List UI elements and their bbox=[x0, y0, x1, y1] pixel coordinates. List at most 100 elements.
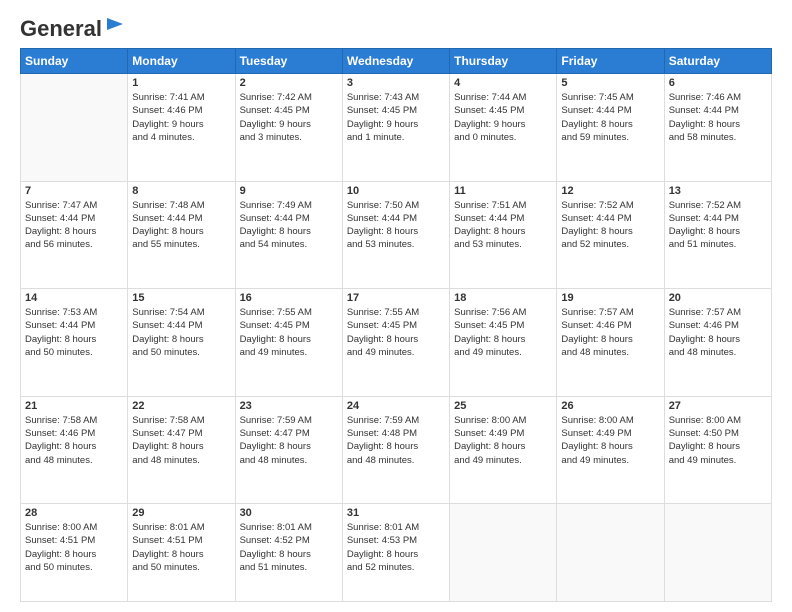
weekday-header-row: SundayMondayTuesdayWednesdayThursdayFrid… bbox=[21, 49, 772, 74]
day-info: Sunrise: 8:00 AMSunset: 4:49 PMDaylight:… bbox=[454, 414, 552, 467]
day-info: Sunrise: 7:54 AMSunset: 4:44 PMDaylight:… bbox=[132, 306, 230, 359]
weekday-header-monday: Monday bbox=[128, 49, 235, 74]
day-info: Sunrise: 7:55 AMSunset: 4:45 PMDaylight:… bbox=[347, 306, 445, 359]
day-number: 22 bbox=[132, 400, 230, 412]
day-info: Sunrise: 8:01 AMSunset: 4:51 PMDaylight:… bbox=[132, 521, 230, 574]
day-number: 31 bbox=[347, 507, 445, 519]
day-number: 14 bbox=[25, 292, 123, 304]
calendar-week-row: 14 Sunrise: 7:53 AMSunset: 4:44 PMDayligh… bbox=[21, 289, 772, 397]
calendar-cell: 31 Sunrise: 8:01 AMSunset: 4:53 PMDayligh… bbox=[342, 504, 449, 602]
calendar-cell: 4 Sunrise: 7:44 AMSunset: 4:45 PMDaylight… bbox=[450, 74, 557, 182]
calendar-cell: 24Sunrise: 7:59 AMSunset: 4:48 PMDayligh… bbox=[342, 396, 449, 504]
day-info: Sunrise: 8:01 AMSunset: 4:53 PMDaylight:… bbox=[347, 521, 445, 574]
day-info: Sunrise: 8:00 AMSunset: 4:51 PMDaylight:… bbox=[25, 521, 123, 574]
calendar-cell: 11 Sunrise: 7:51 AMSunset: 4:44 PMDayligh… bbox=[450, 181, 557, 289]
day-info: Sunrise: 7:52 AMSunset: 4:44 PMDaylight:… bbox=[669, 199, 767, 252]
day-info: Sunrise: 7:56 AMSunset: 4:45 PMDaylight:… bbox=[454, 306, 552, 359]
day-info: Sunrise: 7:42 AMSunset: 4:45 PMDaylight:… bbox=[240, 91, 338, 144]
day-info: Sunrise: 7:58 AMSunset: 4:46 PMDaylight:… bbox=[25, 414, 123, 467]
weekday-header-wednesday: Wednesday bbox=[342, 49, 449, 74]
weekday-header-sunday: Sunday bbox=[21, 49, 128, 74]
calendar-cell: 25 Sunrise: 8:00 AMSunset: 4:49 PMDayligh… bbox=[450, 396, 557, 504]
day-info: Sunrise: 7:49 AMSunset: 4:44 PMDaylight:… bbox=[240, 199, 338, 252]
calendar-cell: 1 Sunrise: 7:41 AMSunset: 4:46 PMDaylight… bbox=[128, 74, 235, 182]
calendar-week-row: 28 Sunrise: 8:00 AMSunset: 4:51 PMDayligh… bbox=[21, 504, 772, 602]
day-number: 4 bbox=[454, 77, 552, 89]
calendar-cell: 26 Sunrise: 8:00 AMSunset: 4:49 PMDayligh… bbox=[557, 396, 664, 504]
day-number: 26 bbox=[561, 400, 659, 412]
day-number: 21 bbox=[25, 400, 123, 412]
calendar-cell: 13 Sunrise: 7:52 AMSunset: 4:44 PMDayligh… bbox=[664, 181, 771, 289]
day-number: 29 bbox=[132, 507, 230, 519]
day-number: 11 bbox=[454, 185, 552, 197]
calendar-cell: 2 Sunrise: 7:42 AMSunset: 4:45 PMDaylight… bbox=[235, 74, 342, 182]
day-number: 18 bbox=[454, 292, 552, 304]
calendar-cell: 20 Sunrise: 7:57 AMSunset: 4:46 PMDayligh… bbox=[664, 289, 771, 397]
day-number: 2 bbox=[240, 77, 338, 89]
day-number: 30 bbox=[240, 507, 338, 519]
day-info: Sunrise: 8:01 AMSunset: 4:52 PMDaylight:… bbox=[240, 521, 338, 574]
calendar-cell: 17 Sunrise: 7:55 AMSunset: 4:45 PMDayligh… bbox=[342, 289, 449, 397]
calendar-cell bbox=[664, 504, 771, 602]
day-number: 7 bbox=[25, 185, 123, 197]
day-number: 28 bbox=[25, 507, 123, 519]
day-number: 17 bbox=[347, 292, 445, 304]
day-info: Sunrise: 7:48 AMSunset: 4:44 PMDaylight:… bbox=[132, 199, 230, 252]
day-info: Sunrise: 7:51 AMSunset: 4:44 PMDaylight:… bbox=[454, 199, 552, 252]
day-number: 5 bbox=[561, 77, 659, 89]
day-number: 6 bbox=[669, 77, 767, 89]
day-info: Sunrise: 7:53 AMSunset: 4:44 PMDaylight:… bbox=[25, 306, 123, 359]
day-info: Sunrise: 8:00 AMSunset: 4:49 PMDaylight:… bbox=[561, 414, 659, 467]
header: General bbox=[20, 16, 772, 38]
calendar-cell: 29 Sunrise: 8:01 AMSunset: 4:51 PMDayligh… bbox=[128, 504, 235, 602]
calendar-cell: 8 Sunrise: 7:48 AMSunset: 4:44 PMDaylight… bbox=[128, 181, 235, 289]
day-info: Sunrise: 7:50 AMSunset: 4:44 PMDaylight:… bbox=[347, 199, 445, 252]
day-info: Sunrise: 7:45 AMSunset: 4:44 PMDaylight:… bbox=[561, 91, 659, 144]
page: General SundayMondayTuesdayWednesdayThur… bbox=[0, 0, 792, 612]
calendar-cell: 22Sunrise: 7:58 AMSunset: 4:47 PMDayligh… bbox=[128, 396, 235, 504]
calendar-week-row: 7 Sunrise: 7:47 AMSunset: 4:44 PMDaylight… bbox=[21, 181, 772, 289]
calendar-cell: 15 Sunrise: 7:54 AMSunset: 4:44 PMDayligh… bbox=[128, 289, 235, 397]
day-info: Sunrise: 7:43 AMSunset: 4:45 PMDaylight:… bbox=[347, 91, 445, 144]
day-info: Sunrise: 7:46 AMSunset: 4:44 PMDaylight:… bbox=[669, 91, 767, 144]
calendar-cell: 10 Sunrise: 7:50 AMSunset: 4:44 PMDayligh… bbox=[342, 181, 449, 289]
calendar-cell: 28 Sunrise: 8:00 AMSunset: 4:51 PMDayligh… bbox=[21, 504, 128, 602]
weekday-header-thursday: Thursday bbox=[450, 49, 557, 74]
calendar-cell bbox=[21, 74, 128, 182]
day-number: 27 bbox=[669, 400, 767, 412]
day-info: Sunrise: 7:59 AMSunset: 4:48 PMDaylight:… bbox=[347, 414, 445, 467]
calendar-cell: 16 Sunrise: 7:55 AMSunset: 4:45 PMDayligh… bbox=[235, 289, 342, 397]
day-number: 9 bbox=[240, 185, 338, 197]
day-number: 8 bbox=[132, 185, 230, 197]
day-number: 12 bbox=[561, 185, 659, 197]
day-number: 1 bbox=[132, 77, 230, 89]
day-number: 23 bbox=[240, 400, 338, 412]
day-info: Sunrise: 7:44 AMSunset: 4:45 PMDaylight:… bbox=[454, 91, 552, 144]
day-info: Sunrise: 7:57 AMSunset: 4:46 PMDaylight:… bbox=[669, 306, 767, 359]
day-number: 15 bbox=[132, 292, 230, 304]
day-number: 25 bbox=[454, 400, 552, 412]
day-number: 13 bbox=[669, 185, 767, 197]
logo-flag-icon bbox=[103, 16, 125, 38]
calendar-cell: 6 Sunrise: 7:46 AMSunset: 4:44 PMDaylight… bbox=[664, 74, 771, 182]
calendar-cell: 14 Sunrise: 7:53 AMSunset: 4:44 PMDayligh… bbox=[21, 289, 128, 397]
day-number: 10 bbox=[347, 185, 445, 197]
calendar-cell bbox=[557, 504, 664, 602]
calendar-cell: 27Sunrise: 8:00 AMSunset: 4:50 PMDayligh… bbox=[664, 396, 771, 504]
logo: General bbox=[20, 16, 125, 38]
calendar-cell: 30 Sunrise: 8:01 AMSunset: 4:52 PMDayligh… bbox=[235, 504, 342, 602]
day-info: Sunrise: 7:57 AMSunset: 4:46 PMDaylight:… bbox=[561, 306, 659, 359]
calendar-cell: 21 Sunrise: 7:58 AMSunset: 4:46 PMDayligh… bbox=[21, 396, 128, 504]
day-number: 20 bbox=[669, 292, 767, 304]
day-info: Sunrise: 7:52 AMSunset: 4:44 PMDaylight:… bbox=[561, 199, 659, 252]
calendar-cell: 5 Sunrise: 7:45 AMSunset: 4:44 PMDaylight… bbox=[557, 74, 664, 182]
day-info: Sunrise: 7:55 AMSunset: 4:45 PMDaylight:… bbox=[240, 306, 338, 359]
day-info: Sunrise: 7:41 AMSunset: 4:46 PMDaylight:… bbox=[132, 91, 230, 144]
day-number: 19 bbox=[561, 292, 659, 304]
calendar-cell: 7 Sunrise: 7:47 AMSunset: 4:44 PMDaylight… bbox=[21, 181, 128, 289]
calendar-table: SundayMondayTuesdayWednesdayThursdayFrid… bbox=[20, 48, 772, 602]
calendar-cell: 12 Sunrise: 7:52 AMSunset: 4:44 PMDayligh… bbox=[557, 181, 664, 289]
day-info: Sunrise: 7:47 AMSunset: 4:44 PMDaylight:… bbox=[25, 199, 123, 252]
day-number: 16 bbox=[240, 292, 338, 304]
calendar-cell: 3Sunrise: 7:43 AMSunset: 4:45 PMDaylight… bbox=[342, 74, 449, 182]
